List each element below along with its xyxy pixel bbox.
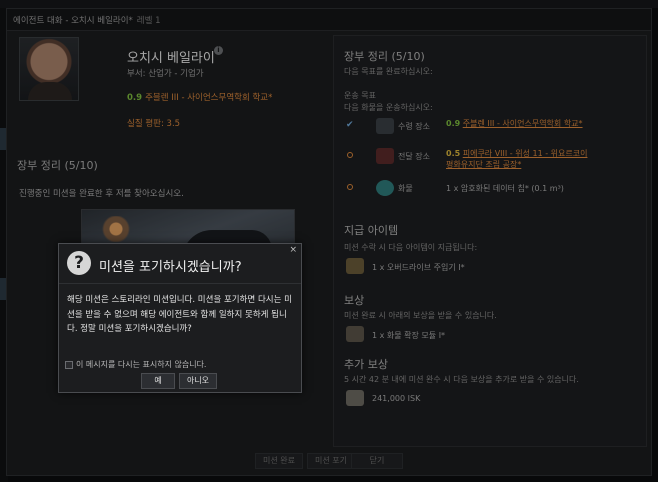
checkbox-icon[interactable] — [65, 360, 73, 369]
dont-show-label: 이 메시지를 다시는 표시하지 않습니다. — [76, 360, 207, 369]
dont-show-checkbox[interactable]: 이 메시지를 다시는 표시하지 않습니다. — [65, 359, 206, 370]
dialog-title: 미션을 포기하시겠습니까? — [99, 260, 242, 275]
quit-mission-dialog: ? 미션을 포기하시겠습니까? × 해당 미션은 스토리라인 미션입니다. 미션… — [58, 243, 302, 393]
yes-button[interactable]: 예 — [141, 373, 175, 389]
no-button[interactable]: 아니오 — [179, 373, 217, 389]
dialog-header: ? 미션을 포기하시겠습니까? × — [59, 244, 301, 284]
dialog-message: 해당 미션은 스토리라인 미션입니다. 미션을 포기하면 다시는 미션을 받을 … — [67, 295, 292, 334]
modal-backdrop — [0, 0, 658, 482]
close-icon[interactable]: × — [289, 245, 297, 255]
question-icon: ? — [67, 251, 91, 275]
